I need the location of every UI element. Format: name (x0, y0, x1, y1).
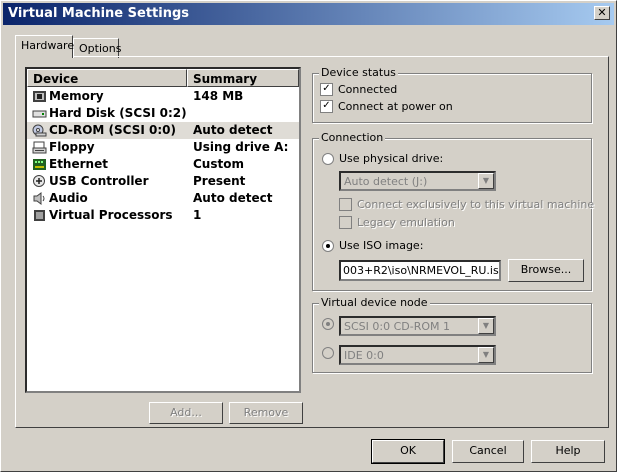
scsi-node-select[interactable]: SCSI 0:0 CD-ROM 1 ▼ (339, 316, 496, 336)
device-summary: 148 MB (193, 89, 244, 103)
arrow-glyph: ▼ (482, 350, 490, 359)
tab-hardware-label: Hardware (21, 39, 75, 52)
arrow-glyph: ▼ (482, 176, 490, 185)
ok-button[interactable]: OK (371, 439, 445, 464)
tab-options[interactable]: Options (73, 38, 122, 58)
processor-icon (34, 210, 45, 221)
chevron-down-icon[interactable]: ▼ (478, 173, 494, 189)
legacy-emulation-checkbox[interactable] (339, 216, 352, 229)
hard-disk-icon (32, 110, 47, 118)
device-row-cdrom[interactable]: CD-ROM (SCSI 0:0) Auto detect (27, 122, 299, 139)
device-list-header: Device Summary (27, 69, 299, 88)
device-row-virtual-processors[interactable]: Virtual Processors 1 (27, 207, 299, 224)
device-name: Virtual Processors (49, 208, 173, 222)
cdrom-icon (32, 124, 47, 137)
scsi-node-radio[interactable] (322, 318, 334, 330)
memory-icon (33, 91, 46, 102)
legacy-emulation-label[interactable]: Legacy emulation (357, 216, 455, 229)
connect-at-power-on-checkbox[interactable]: ✓ (320, 100, 333, 113)
device-summary: Using drive A: (193, 140, 289, 154)
device-row-floppy[interactable]: Floppy Using drive A: (27, 139, 299, 156)
device-status-group: Device status ✓ Connected ✓ Connect at p… (312, 66, 592, 123)
help-button[interactable]: Help (531, 440, 605, 463)
device-row-ethernet[interactable]: Ethernet Custom (27, 156, 299, 173)
remove-device-button[interactable]: Remove (229, 402, 303, 424)
device-name: Memory (49, 89, 104, 103)
use-physical-drive-label[interactable]: Use physical drive: (339, 152, 443, 165)
connect-exclusively-label[interactable]: Connect exclusively to this virtual mach… (357, 198, 594, 211)
usb-icon (33, 175, 45, 187)
device-name: USB Controller (49, 174, 149, 188)
device-status-title: Device status (319, 66, 398, 79)
column-header-device[interactable]: Device (27, 69, 187, 87)
audio-icon (33, 192, 45, 205)
chevron-down-icon[interactable]: ▼ (478, 318, 494, 334)
browse-button[interactable]: Browse... (508, 259, 584, 282)
ide-node-value: IDE 0:0 (344, 349, 384, 362)
arrow-glyph: ▼ (482, 321, 490, 330)
close-button[interactable]: ✕ (594, 6, 610, 20)
use-physical-drive-radio[interactable] (322, 153, 334, 165)
check-icon: ✓ (322, 83, 331, 94)
window-title: Virtual Machine Settings (8, 6, 190, 21)
device-name: CD-ROM (SCSI 0:0) (49, 123, 176, 137)
device-summary: 1 (193, 208, 202, 222)
device-summary: Present (193, 174, 246, 188)
connect-at-power-on-label[interactable]: Connect at power on (338, 100, 453, 113)
device-name: Ethernet (49, 157, 108, 171)
device-name: Hard Disk (SCSI 0:2) (49, 106, 187, 120)
ethernet-icon (33, 159, 46, 170)
check-icon: ✓ (322, 100, 331, 111)
connection-group: Connection Use physical drive: Auto dete… (312, 131, 594, 291)
scsi-node-value: SCSI 0:0 CD-ROM 1 (344, 320, 450, 333)
device-name: Floppy (49, 140, 95, 154)
chevron-down-icon[interactable]: ▼ (478, 347, 494, 363)
device-list[interactable]: Device Summary Memory 148 MB Hard Disk (… (25, 67, 301, 393)
device-summary: Custom (193, 157, 244, 171)
ide-node-select[interactable]: IDE 0:0 ▼ (339, 345, 496, 365)
use-iso-image-radio[interactable] (322, 240, 334, 252)
device-summary: Auto detect (193, 123, 273, 137)
column-header-summary[interactable]: Summary (187, 69, 299, 87)
physical-drive-select[interactable]: Auto detect (J:) ▼ (339, 171, 496, 191)
title-bar[interactable]: Virtual Machine Settings ✕ (3, 3, 614, 25)
iso-path-input[interactable]: 003+R2\iso\NRMEVOL_RU.iso (339, 260, 501, 281)
connected-label[interactable]: Connected (338, 83, 397, 96)
device-summary: Auto detect (193, 191, 273, 205)
connected-checkbox[interactable]: ✓ (320, 83, 333, 96)
physical-drive-value: Auto detect (J:) (344, 175, 428, 188)
floppy-icon (32, 141, 47, 154)
virtual-machine-settings-window: Virtual Machine Settings ✕ Hardware Opti… (0, 0, 617, 472)
virtual-device-node-title: Virtual device node (319, 296, 430, 309)
connect-exclusively-checkbox[interactable] (339, 198, 352, 211)
connection-title: Connection (319, 131, 386, 144)
cancel-button[interactable]: Cancel (452, 440, 524, 463)
device-row-usb-controller[interactable]: USB Controller Present (27, 173, 299, 190)
device-row-memory[interactable]: Memory 148 MB (27, 88, 299, 105)
virtual-device-node-group: Virtual device node SCSI 0:0 CD-ROM 1 ▼ … (312, 296, 592, 373)
tab-hardware[interactable]: Hardware (15, 35, 75, 58)
device-name: Audio (49, 191, 88, 205)
close-icon: ✕ (597, 6, 607, 19)
device-row-hard-disk[interactable]: Hard Disk (SCSI 0:2) (27, 105, 299, 122)
device-row-audio[interactable]: Audio Auto detect (27, 190, 299, 207)
ide-node-radio[interactable] (322, 347, 334, 359)
use-iso-image-label[interactable]: Use ISO image: (339, 239, 423, 252)
add-device-button[interactable]: Add... (149, 402, 223, 424)
tab-options-label: Options (79, 42, 122, 55)
